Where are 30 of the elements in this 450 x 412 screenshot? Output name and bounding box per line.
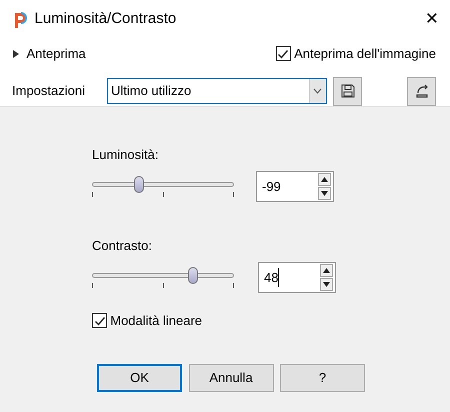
checkbox[interactable] <box>92 313 107 328</box>
slider-label: Contrasto: <box>92 237 153 255</box>
number-field[interactable]: 48 <box>258 262 336 293</box>
settings-label: Impostazioni <box>12 82 85 100</box>
checkbox-label: Modalità lineare <box>110 312 202 330</box>
slider-thumb[interactable] <box>188 267 198 284</box>
spin-down-icon[interactable] <box>320 278 333 291</box>
slider[interactable] <box>92 267 234 283</box>
save-button[interactable] <box>333 76 362 106</box>
dialog-button[interactable]: OK <box>97 364 182 392</box>
spin-up-icon[interactable] <box>318 173 331 186</box>
close-button[interactable]: ✕ <box>425 6 438 32</box>
dialog-button[interactable]: ? <box>280 364 365 392</box>
slider[interactable] <box>92 176 234 192</box>
dialog-button[interactable]: Annulla <box>188 364 274 392</box>
chevron-down-icon[interactable] <box>313 88 322 94</box>
checkbox-label: Anteprima dell'immagine <box>294 45 436 63</box>
caret-icon <box>12 50 20 58</box>
slider-label: Luminosità: <box>92 146 160 164</box>
window-title: Luminosità/Contrasto <box>34 8 176 29</box>
curved-arrow-icon <box>414 83 430 99</box>
reset-button[interactable] <box>407 76 436 106</box>
number-field[interactable]: -99 <box>256 171 334 202</box>
settings-dropdown[interactable]: Ultimo utilizzo <box>106 78 327 104</box>
preview-toggle[interactable]: Anteprima <box>12 44 86 64</box>
spin-down-icon[interactable] <box>318 187 331 200</box>
slider-thumb[interactable] <box>134 176 144 193</box>
app-icon <box>12 9 28 29</box>
spin-up-icon[interactable] <box>320 264 333 277</box>
checkbox[interactable] <box>276 46 291 62</box>
